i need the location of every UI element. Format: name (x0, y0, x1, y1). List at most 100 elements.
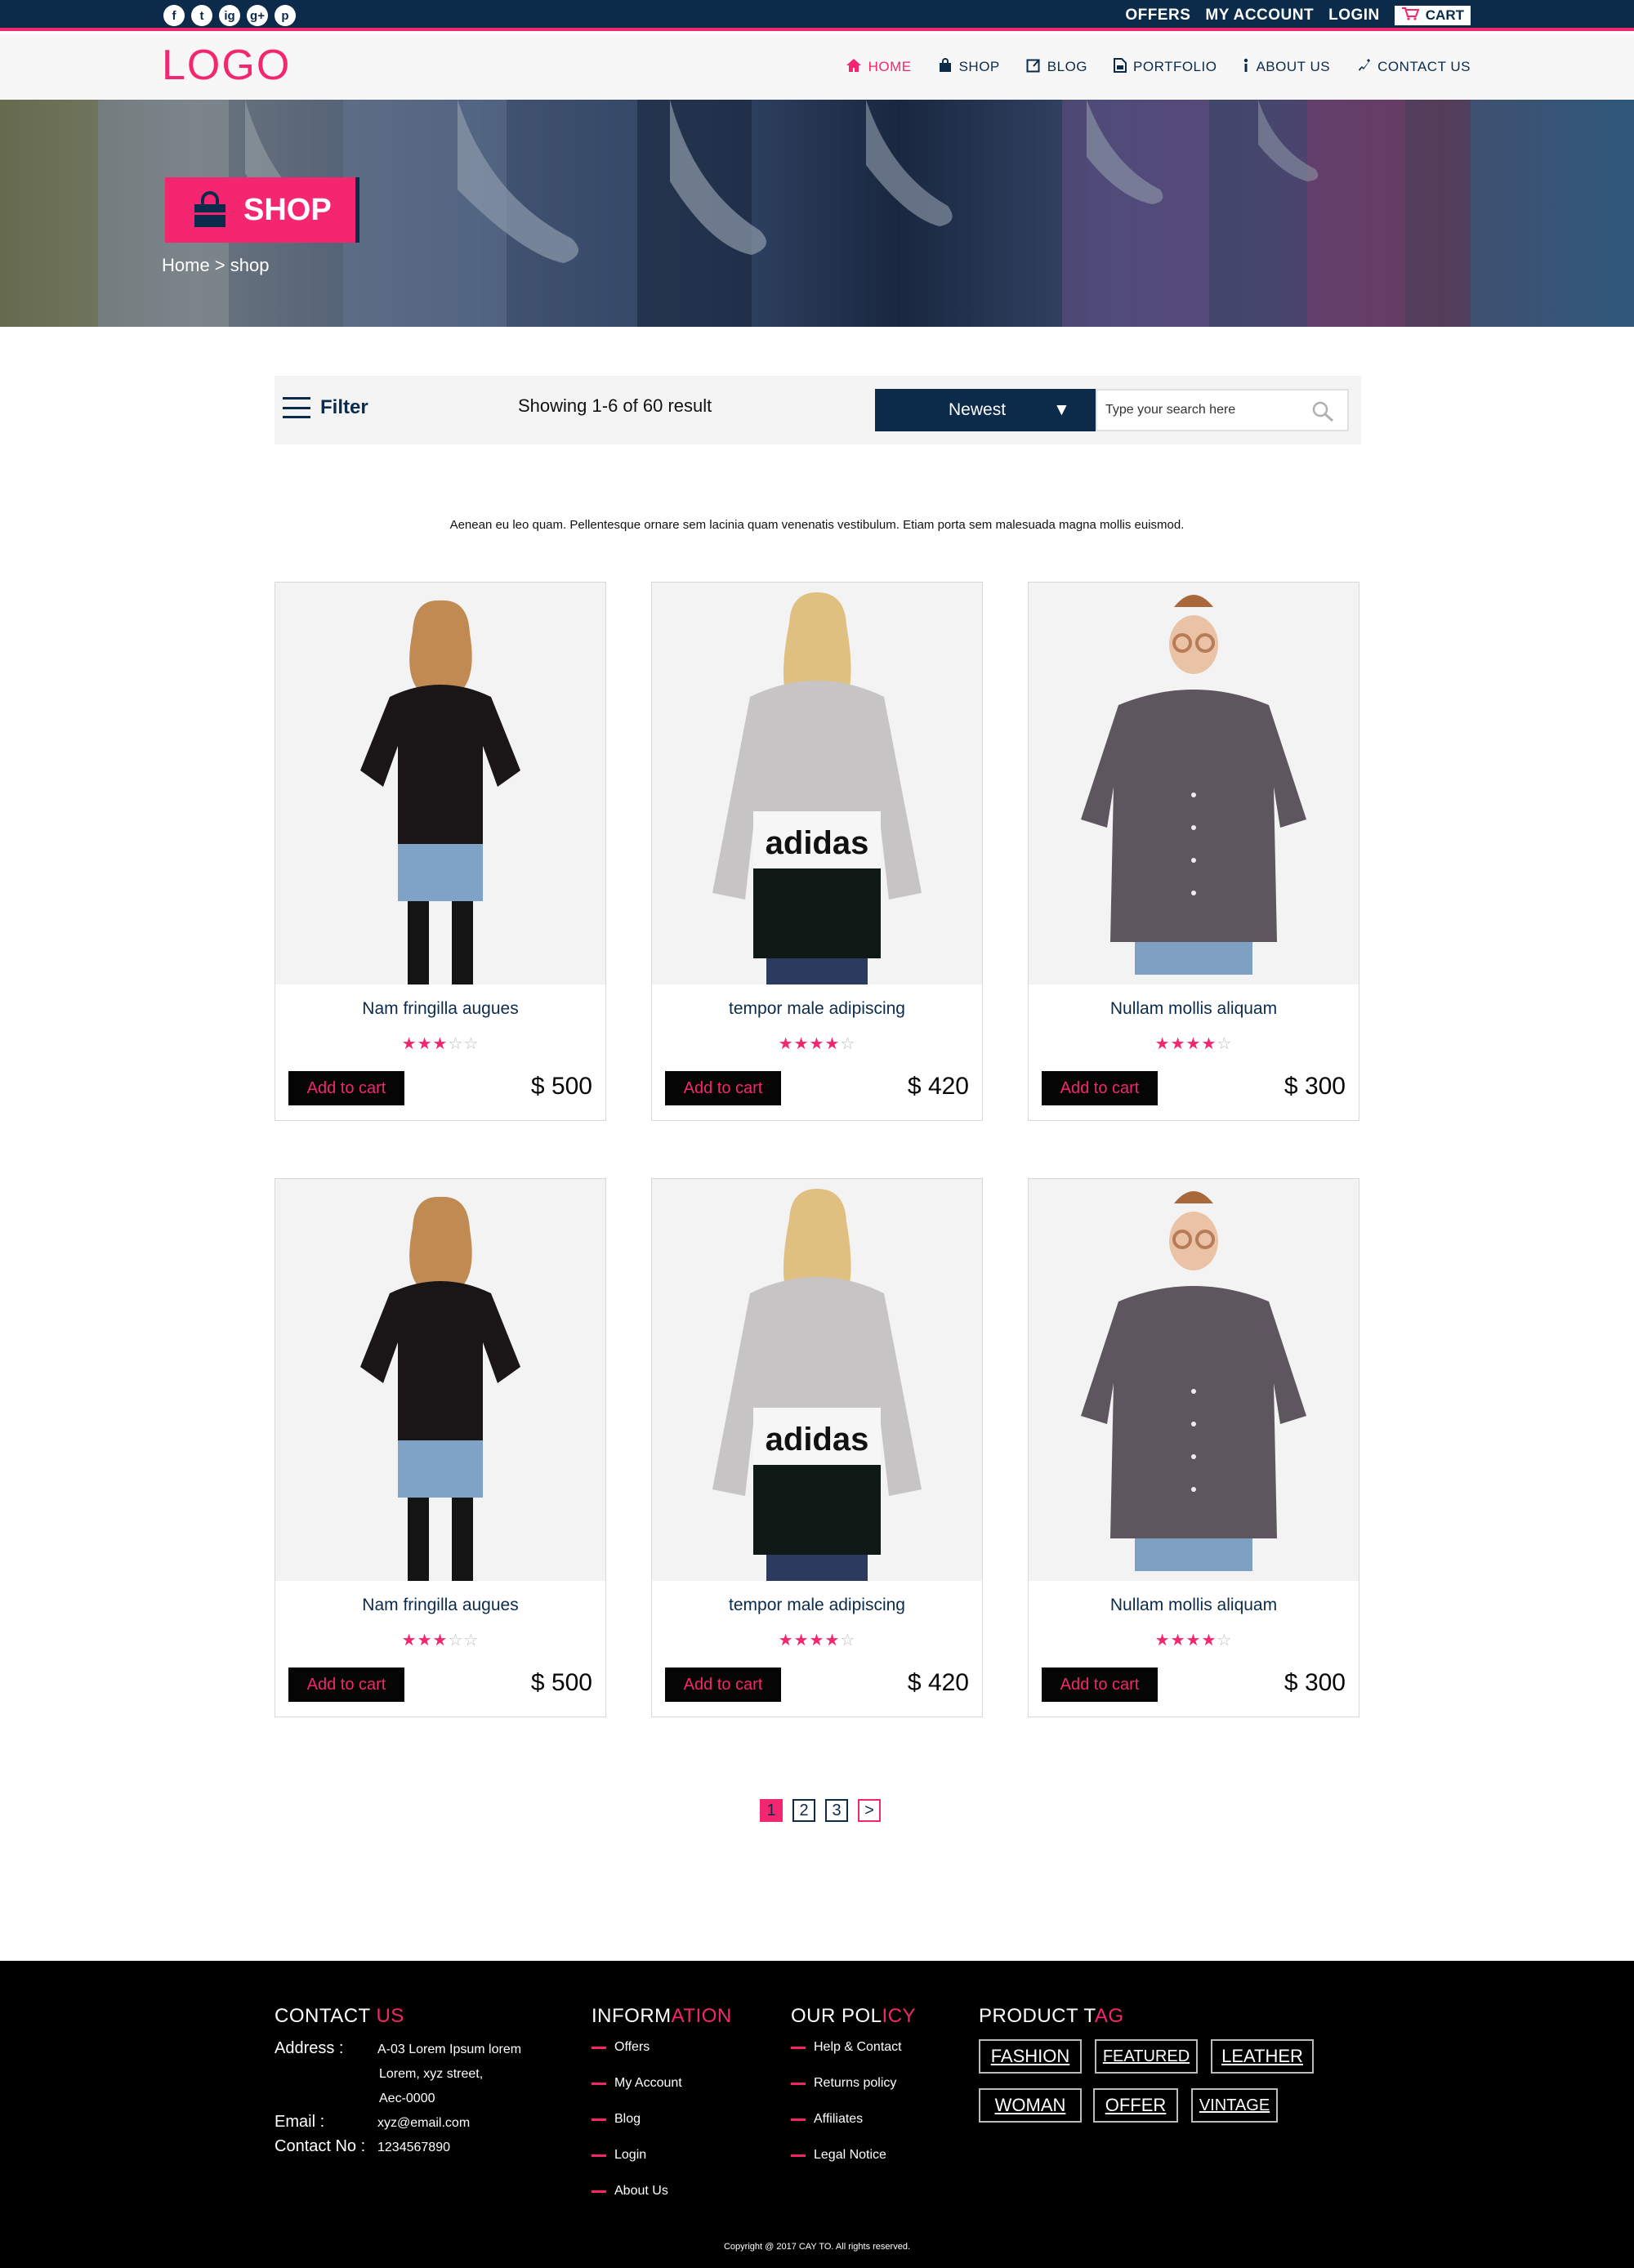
add-to-cart-button[interactable]: Add to cart (665, 1668, 781, 1702)
star-filled-icon: ★ (432, 1632, 449, 1650)
nav-item-contact-us[interactable]: CONTACT US (1356, 58, 1471, 77)
email-value[interactable]: xyz@email.com (377, 2116, 470, 2131)
footer-link-about-us[interactable]: About Us (592, 2173, 682, 2209)
product-name[interactable]: Nullam mollis aliquam (1029, 999, 1359, 1019)
blog-icon (1026, 58, 1041, 77)
star-filled-icon: ★ (1185, 1632, 1202, 1650)
product-price: $ 420 (907, 1073, 969, 1100)
cart-label: CART (1425, 7, 1464, 23)
tag-vintage[interactable]: VINTAGE (1191, 2088, 1278, 2123)
product-name[interactable]: Nullam mollis aliquam (1029, 1596, 1359, 1615)
add-to-cart-button[interactable]: Add to cart (288, 1668, 404, 1702)
product-tag-heading: PRODUCT TAG (979, 2005, 1124, 2028)
footer-link-returns-policy[interactable]: Returns policy (791, 2065, 902, 2101)
star-filled-icon: ★ (1201, 1035, 1217, 1053)
product-image[interactable]: adidas (652, 583, 982, 984)
footer: CONTACT US Address : A-03 Lorem Ipsum lo… (0, 1961, 1634, 2268)
copyright: Copyright @ 2017 CAY TO. All rights rese… (723, 2242, 910, 2252)
information-links: Offers My Account Blog Login About Us (592, 2029, 682, 2209)
link-label: Offers (614, 2040, 650, 2054)
star-filled-icon: ★ (793, 1035, 810, 1053)
product-card[interactable]: Nullam mollis aliquam ★★★★☆ Add to cart $ 3… (1028, 1178, 1359, 1717)
nav-item-portfolio[interactable]: PORTFOLIO (1114, 57, 1217, 77)
login-link[interactable]: LOGIN (1328, 7, 1380, 25)
star-filled-icon: ★ (824, 1035, 841, 1053)
facebook-icon[interactable]: f (163, 5, 185, 26)
heading-part: AG (1094, 2005, 1124, 2027)
nav-item-shop[interactable]: SHOP (938, 57, 1000, 77)
footer-link-my-account[interactable]: My Account (592, 2065, 682, 2101)
breadcrumb[interactable]: Home > shop (162, 255, 269, 276)
product-name[interactable]: tempor male adipiscing (652, 999, 982, 1019)
product-image[interactable]: adidas (652, 1179, 982, 1581)
google-plus-icon[interactable]: g+ (247, 5, 268, 26)
product-name[interactable]: Nam fringilla augues (275, 1596, 605, 1615)
product-price: $ 500 (530, 1669, 592, 1696)
footer-link-offers[interactable]: Offers (592, 2029, 682, 2065)
tag-fashion[interactable]: FASHION (979, 2039, 1082, 2074)
product-image[interactable] (1029, 1179, 1359, 1581)
footer-link-affiliates[interactable]: Affiliates (791, 2101, 902, 2137)
product-card[interactable]: adidas tempor male adipiscing ★★★★☆ Add to … (651, 1178, 983, 1717)
footer-link-login[interactable]: Login (592, 2137, 682, 2173)
tag-offer[interactable]: OFFER (1093, 2088, 1178, 2123)
product-name[interactable]: tempor male adipiscing (652, 1596, 982, 1615)
link-label: Help & Contact (814, 2040, 902, 2054)
star-filled-icon: ★ (1201, 1632, 1217, 1650)
information-heading: INFORMATION (592, 2005, 732, 2028)
cart-button[interactable]: CART (1394, 6, 1471, 25)
star-filled-icon: ★ (432, 1035, 449, 1053)
star-filled-icon: ★ (1185, 1035, 1202, 1053)
pinterest-icon[interactable]: p (275, 5, 296, 26)
star-filled-icon: ★ (824, 1632, 841, 1650)
footer-link-blog[interactable]: Blog (592, 2101, 682, 2137)
main-header: LOGO HOME SHOP BLOG PORTFOLIO ABOUT US C… (0, 34, 1634, 100)
my-account-link[interactable]: MY ACCOUNT (1205, 7, 1314, 25)
product-card[interactable]: adidas tempor male adipiscing ★★★★☆ Add to … (651, 582, 983, 1121)
product-rating: ★★★★☆ (1029, 1630, 1359, 1650)
page-1-button[interactable]: 1 (760, 1799, 783, 1822)
offers-link[interactable]: OFFERS (1125, 7, 1190, 25)
product-image[interactable] (1029, 583, 1359, 984)
page-3-button[interactable]: 3 (825, 1799, 848, 1822)
menu-icon (283, 397, 310, 418)
shop-title-badge: SHOP (165, 177, 359, 243)
add-to-cart-button[interactable]: Add to cart (665, 1071, 781, 1105)
policy-heading: OUR POLICY (791, 2005, 916, 2028)
nav-item-about-us[interactable]: ABOUT US (1243, 58, 1330, 77)
hero-banner: SHOP Home > shop (0, 100, 1634, 327)
policy-links: Help & Contact Returns policy Affiliates… (791, 2029, 902, 2173)
nav-item-home[interactable]: HOME (846, 58, 912, 77)
tag-featured[interactable]: FEATURED (1095, 2039, 1198, 2074)
nav-label: PORTFOLIO (1133, 59, 1217, 74)
logo[interactable]: LOGO (162, 41, 291, 90)
add-to-cart-button[interactable]: Add to cart (288, 1071, 404, 1105)
link-label: Legal Notice (814, 2148, 886, 2162)
tag-leather[interactable]: LEATHER (1211, 2039, 1314, 2074)
heading-part: PRODUCT T (979, 2005, 1095, 2027)
product-image[interactable] (275, 1179, 605, 1581)
twitter-icon[interactable]: t (191, 5, 212, 26)
footer-link-legal-notice[interactable]: Legal Notice (791, 2137, 902, 2173)
sort-select[interactable]: Newest ▼ (875, 389, 1096, 431)
star-filled-icon: ★ (417, 1632, 433, 1650)
footer-link-help-contact[interactable]: Help & Contact (791, 2029, 902, 2065)
nav-item-blog[interactable]: BLOG (1026, 58, 1087, 77)
product-name[interactable]: Nam fringilla augues (275, 999, 605, 1019)
product-card[interactable]: Nullam mollis aliquam ★★★★☆ Add to cart $ 3… (1028, 582, 1359, 1121)
tag-woman[interactable]: WOMAN (979, 2088, 1082, 2123)
product-image[interactable] (275, 583, 605, 984)
search-icon[interactable] (1311, 400, 1334, 423)
product-card[interactable]: Nam fringilla augues ★★★☆☆ Add to cart $ 50… (275, 1178, 606, 1717)
page-2-button[interactable]: 2 (792, 1799, 815, 1822)
search-input[interactable]: Type your search here (1096, 389, 1349, 431)
add-to-cart-button[interactable]: Add to cart (1042, 1071, 1158, 1105)
instagram-icon[interactable]: ig (219, 5, 240, 26)
next-page-button[interactable]: > (858, 1799, 881, 1822)
add-to-cart-button[interactable]: Add to cart (1042, 1668, 1158, 1702)
filter-button[interactable]: Filter (283, 396, 368, 419)
star-filled-icon: ★ (401, 1035, 417, 1053)
product-card[interactable]: Nam fringilla augues ★★★☆☆ Add to cart $ 50… (275, 582, 606, 1121)
chevron-down-icon: ▼ (1053, 400, 1070, 419)
star-filled-icon: ★ (1154, 1632, 1171, 1650)
